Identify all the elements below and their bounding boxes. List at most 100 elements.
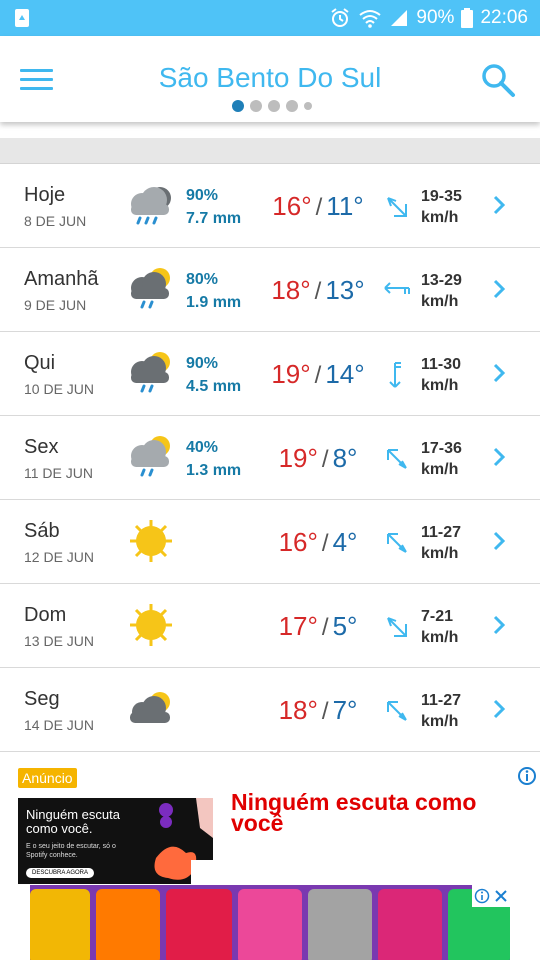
clock: 22:06 bbox=[480, 7, 528, 28]
battery-icon bbox=[461, 8, 474, 28]
page-dot[interactable] bbox=[268, 100, 280, 112]
precipitation: 40% 1.3 mm bbox=[186, 436, 241, 482]
temp-separator: / bbox=[314, 362, 322, 389]
chevron-right-icon[interactable] bbox=[488, 444, 510, 470]
product-tile bbox=[378, 889, 442, 960]
wind-range: 11-27 bbox=[421, 524, 462, 541]
temp-max: 17° bbox=[278, 611, 318, 641]
ad-badge: Anúncio bbox=[18, 768, 77, 788]
temp-min: 7° bbox=[332, 695, 358, 725]
wind-speed: 11-27 km/h bbox=[421, 522, 461, 564]
day-label: Dom bbox=[24, 604, 67, 626]
wind-range: 7-21 bbox=[421, 608, 454, 625]
temp-separator: / bbox=[321, 530, 329, 557]
forecast-row[interactable]: Qui 10 DE JUN 90% 4.5 mm 19°/14° 11-30 k… bbox=[0, 332, 540, 416]
temp-separator: / bbox=[321, 446, 329, 473]
temp-max: 19° bbox=[278, 443, 318, 473]
temp-min: 4° bbox=[332, 527, 358, 557]
forecast-row[interactable]: Seg 14 DE JUN 18°/7° 11-27 km/h bbox=[0, 668, 540, 752]
product-banner-ad[interactable] bbox=[30, 885, 510, 960]
temp-separator: / bbox=[315, 194, 323, 221]
day-label: Hoje bbox=[24, 184, 66, 206]
page-dot[interactable] bbox=[250, 100, 262, 112]
forecast-row[interactable]: Dom 13 DE JUN 17°/5° 7-21 km/h bbox=[0, 584, 540, 668]
date-label: 10 DE JUN bbox=[24, 381, 95, 397]
temp-max: 16° bbox=[278, 527, 318, 557]
chevron-right-icon[interactable] bbox=[488, 528, 510, 554]
sun-icon bbox=[130, 520, 172, 562]
date-label: 12 DE JUN bbox=[24, 549, 95, 565]
forecast-row[interactable]: Hoje 8 DE JUN 90% 7.7 mm 16°/11° 19-35 k… bbox=[0, 164, 540, 248]
ad-image-button: DESCUBRA AGORA bbox=[26, 868, 95, 878]
wind-direction-icon bbox=[387, 617, 407, 637]
chevron-right-icon[interactable] bbox=[488, 696, 510, 722]
signal-icon bbox=[391, 10, 408, 26]
forecast-row[interactable]: Sex 11 DE JUN 40% 1.3 mm 19°/8° 17-36 km… bbox=[0, 416, 540, 500]
chevron-right-icon[interactable] bbox=[488, 612, 510, 638]
temperature: 19°/8° bbox=[248, 443, 388, 474]
hamburger-icon bbox=[20, 69, 53, 72]
temp-max: 18° bbox=[278, 695, 318, 725]
wind-speed: 11-27 km/h bbox=[421, 690, 461, 732]
ad-image-text: E o seu jeito de escutar, só o Spotify c… bbox=[26, 843, 116, 859]
wind-speed: 13-29 km/h bbox=[421, 270, 462, 312]
ad-headline[interactable]: Ninguém escuta como você bbox=[231, 791, 521, 835]
info-icon[interactable] bbox=[517, 766, 537, 786]
temp-separator: / bbox=[321, 614, 329, 641]
wind-speed: 19-35 km/h bbox=[421, 186, 462, 228]
ad-close-controls bbox=[472, 885, 510, 907]
forecast-row[interactable]: Sáb 12 DE JUN 16°/4° 11-27 km/h bbox=[0, 500, 540, 584]
date-label: 9 DE JUN bbox=[24, 297, 87, 313]
page-dot[interactable] bbox=[286, 100, 298, 112]
temp-max: 19° bbox=[271, 359, 311, 389]
search-icon[interactable] bbox=[478, 60, 518, 100]
ad-image[interactable]: Ninguém escuta como você. E o seu jeito … bbox=[18, 798, 213, 884]
wind-direction-icon bbox=[384, 282, 410, 294]
temp-min: 13° bbox=[325, 275, 365, 305]
temp-max: 16° bbox=[272, 191, 312, 221]
app-bar: São Bento Do Sul bbox=[0, 36, 540, 122]
temperature: 18°/13° bbox=[248, 275, 388, 306]
alarm-icon bbox=[331, 8, 350, 27]
product-tile bbox=[30, 889, 90, 960]
precip-amount: 4.5 mm bbox=[186, 378, 242, 395]
wind-direction-icon bbox=[387, 533, 407, 553]
hamburger-icon-bar bbox=[20, 87, 53, 90]
wind-unit: km/h bbox=[421, 377, 459, 394]
day-label: Seg bbox=[24, 688, 60, 710]
precip-chance: 40% bbox=[186, 439, 219, 456]
wind-unit: km/h bbox=[421, 209, 459, 226]
chevron-right-icon[interactable] bbox=[488, 192, 510, 218]
ad-choices-icon[interactable] bbox=[474, 888, 490, 904]
wind-range: 11-27 bbox=[421, 692, 462, 709]
wind-direction-icon bbox=[387, 701, 407, 721]
date-label: 14 DE JUN bbox=[24, 717, 95, 733]
menu-button[interactable] bbox=[20, 69, 54, 91]
date-label: 11 DE JUN bbox=[24, 465, 93, 481]
wind-range: 19-35 bbox=[421, 188, 462, 205]
forecast-list: Hoje 8 DE JUN 90% 7.7 mm 16°/11° 19-35 k… bbox=[0, 164, 540, 752]
page-dot[interactable] bbox=[304, 102, 312, 110]
close-icon[interactable] bbox=[494, 889, 508, 903]
precipitation: 90% 7.7 mm bbox=[186, 184, 241, 230]
sun-rain-cloud-icon bbox=[131, 436, 170, 477]
wind-range: 17-36 bbox=[421, 440, 462, 457]
city-title: São Bento Do Sul bbox=[158, 62, 382, 93]
precip-chance: 90% bbox=[186, 187, 219, 204]
precip-chance: 90% bbox=[186, 355, 219, 372]
chevron-right-icon[interactable] bbox=[488, 360, 510, 386]
precip-chance: 80% bbox=[186, 271, 219, 288]
temp-max: 18° bbox=[271, 275, 311, 305]
page-dot-active[interactable] bbox=[232, 100, 244, 112]
temperature: 19°/14° bbox=[248, 359, 388, 390]
sun-icon bbox=[130, 604, 172, 646]
forecast-row[interactable]: Amanhã 9 DE JUN 80% 1.9 mm 18°/13° 13-29… bbox=[0, 248, 540, 332]
precipitation: 80% 1.9 mm bbox=[186, 268, 241, 314]
status-bar: 90% 22:06 bbox=[0, 0, 540, 36]
chevron-right-icon[interactable] bbox=[488, 276, 510, 302]
temperature: 18°/7° bbox=[248, 695, 388, 726]
product-tile bbox=[308, 889, 372, 960]
ad-image-title: Ninguém escuta como você. bbox=[26, 807, 120, 836]
precip-amount: 1.3 mm bbox=[186, 462, 242, 479]
date-label: 13 DE JUN bbox=[24, 633, 95, 649]
